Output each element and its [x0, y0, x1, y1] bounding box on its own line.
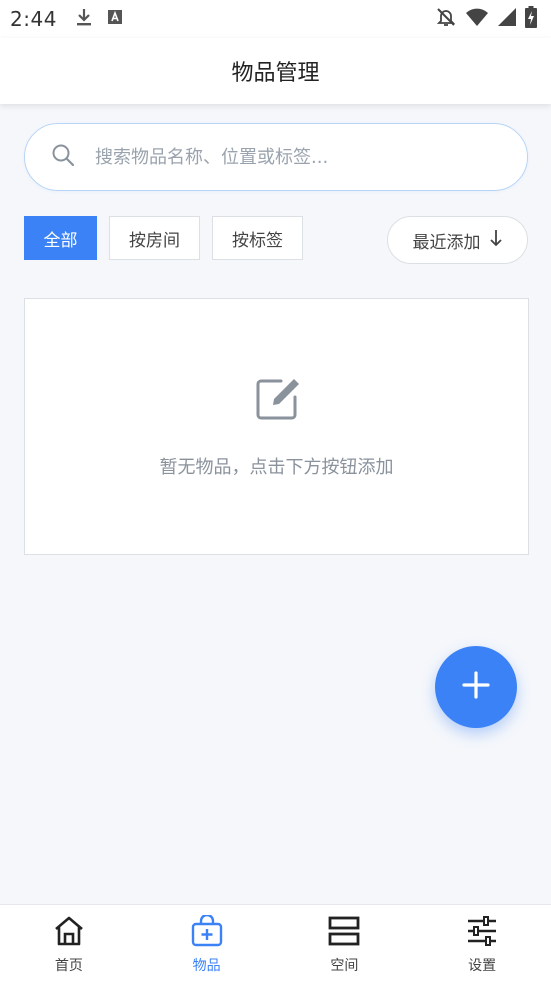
home-icon: [52, 915, 86, 951]
nav-label: 物品: [192, 958, 221, 974]
sliders-icon: [465, 915, 499, 951]
filter-tab-by-room[interactable]: 按房间: [109, 216, 200, 260]
empty-state-card: 暂无物品，点击下方按钮添加: [24, 298, 529, 555]
edit-icon: [253, 375, 301, 427]
nav-label: 首页: [54, 958, 83, 974]
plus-icon: [461, 670, 491, 704]
empty-state-message: 暂无物品，点击下方按钮添加: [159, 456, 394, 478]
status-bar: 2:44: [0, 0, 551, 38]
storage-icon: [327, 915, 361, 951]
sort-button[interactable]: 最近添加: [387, 216, 528, 264]
download-icon: [75, 7, 93, 31]
filter-tab-label: 按房间: [129, 230, 180, 251]
sort-label: 最近添加: [412, 232, 481, 253]
signal-icon: [497, 7, 517, 31]
filter-tab-by-tag[interactable]: 按标签: [212, 216, 303, 260]
nav-item-spaces[interactable]: 空间: [276, 905, 414, 981]
nav-item-settings[interactable]: 设置: [413, 905, 551, 981]
keyboard-a-icon: [107, 9, 123, 29]
nav-item-items[interactable]: 物品: [138, 905, 276, 981]
filter-tab-all[interactable]: 全部: [24, 216, 97, 260]
battery-charging-icon: [525, 6, 537, 32]
filter-row: 全部 按房间 按标签 最近添加: [0, 216, 551, 264]
filter-tab-label: 全部: [43, 230, 78, 251]
page-title: 物品管理: [231, 61, 320, 86]
add-item-button[interactable]: [435, 646, 517, 728]
nav-label: 设置: [468, 958, 497, 974]
search-input[interactable]: [95, 146, 495, 168]
bottom-nav: 首页 物品 空间 设置: [0, 904, 551, 981]
arrow-down-icon: [489, 229, 503, 252]
bag-plus-icon: [190, 913, 224, 951]
status-time: 2:44: [10, 7, 57, 31]
search-box[interactable]: [24, 123, 528, 191]
nav-item-home[interactable]: 首页: [0, 905, 138, 981]
wifi-icon: [465, 7, 489, 31]
notifications-off-icon: [435, 6, 457, 32]
nav-label: 空间: [330, 958, 359, 974]
app-header: 物品管理: [0, 38, 551, 104]
search-icon: [51, 143, 75, 171]
filter-tab-label: 按标签: [232, 230, 283, 251]
